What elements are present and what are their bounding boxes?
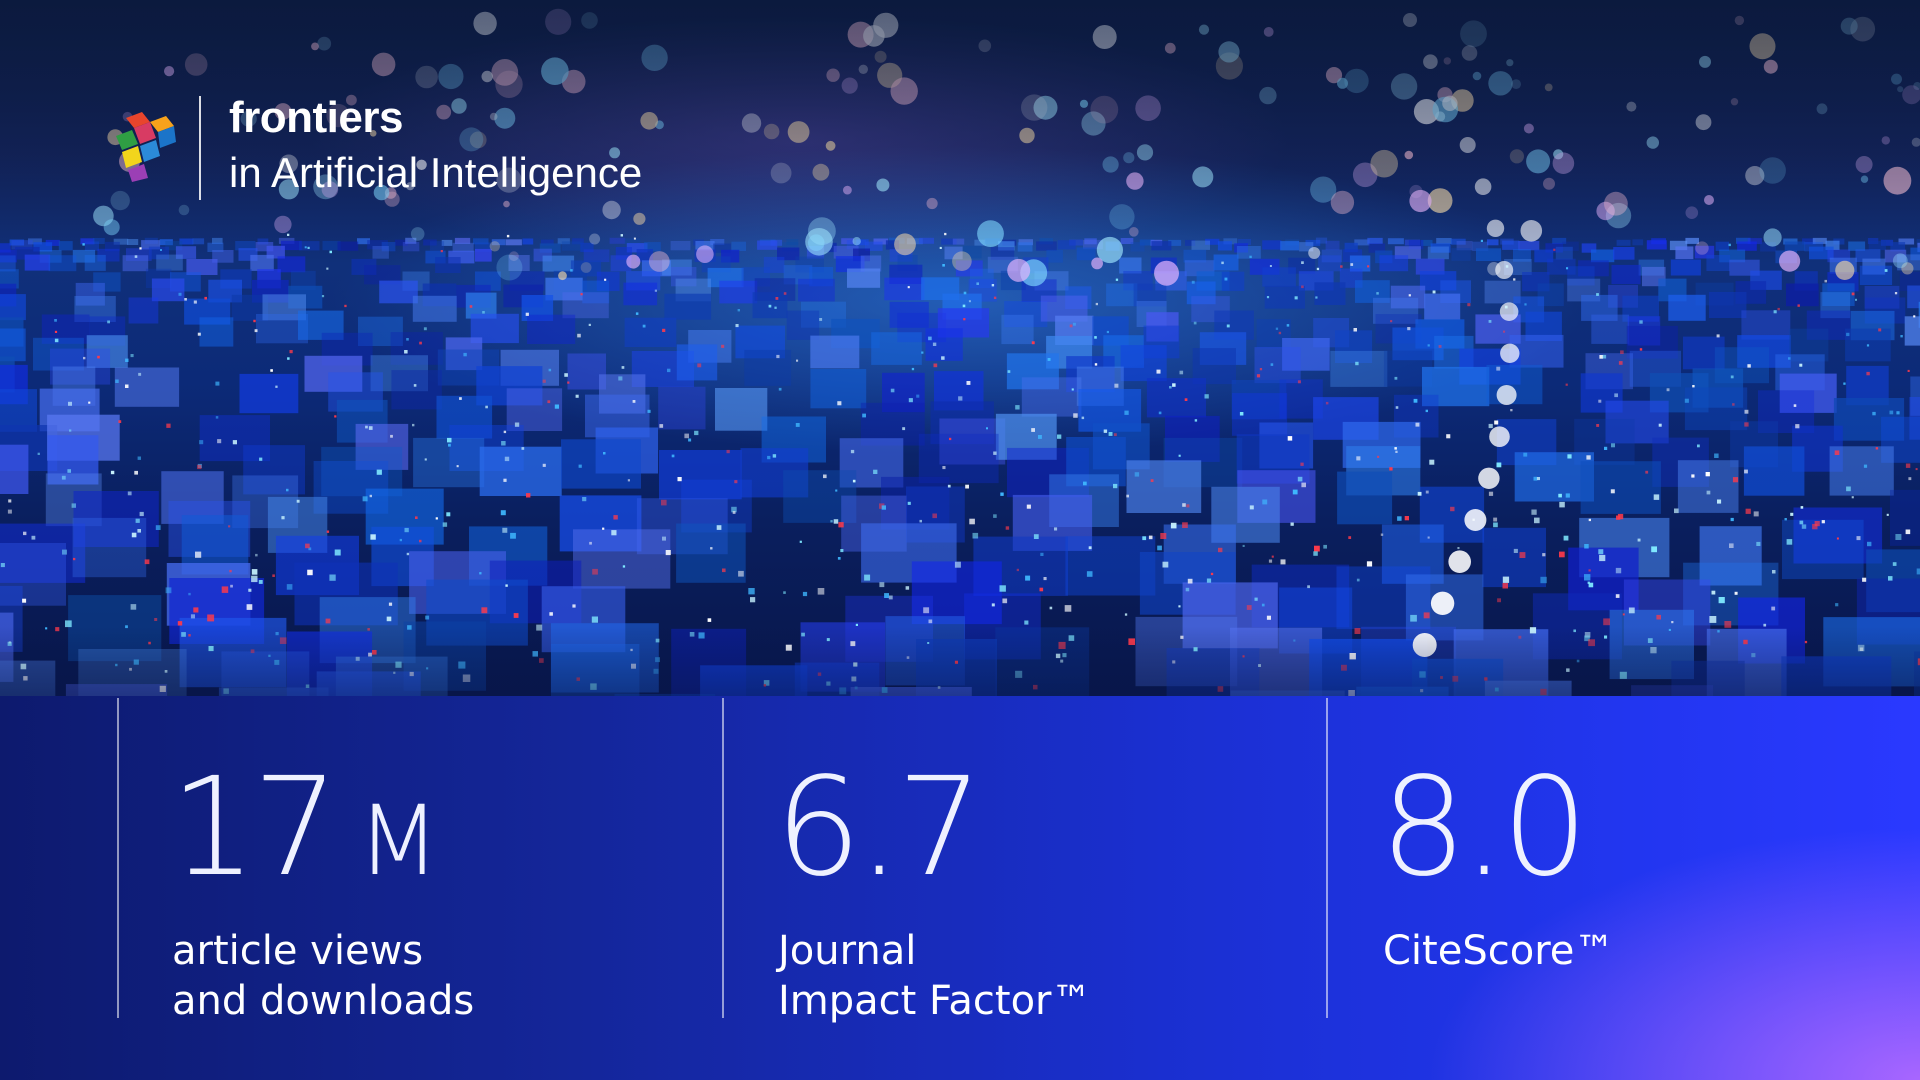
stat-label-line: article views xyxy=(172,928,424,974)
stat-divider-1 xyxy=(117,698,119,1018)
frontiers-cube-logo-icon xyxy=(112,108,178,184)
stat-article-views-value: 17 M xyxy=(170,760,440,896)
stat-citescore-value: 8.0 xyxy=(1380,760,1588,896)
stat-label-line: Journal xyxy=(778,928,917,974)
brand-name: frontiers xyxy=(229,93,403,142)
stat-citescore-label: CiteScore™ xyxy=(1383,926,1614,976)
stat-label-line: and downloads xyxy=(172,978,475,1024)
stat-article-views-label: article views and downloads xyxy=(172,926,474,1026)
stat-divider-3 xyxy=(1326,698,1328,1018)
journal-name: in Artificial Intelligence xyxy=(229,149,643,196)
logo-divider xyxy=(199,96,201,200)
stat-impact-factor-value: 6.7 xyxy=(775,760,983,896)
stat-value-number: 6.7 xyxy=(775,749,983,907)
stat-label-line: CiteScore™ xyxy=(1383,928,1615,974)
stat-value-number: 17 xyxy=(170,749,339,907)
stat-value-unit: M xyxy=(357,785,440,897)
stat-value-number: 8.0 xyxy=(1380,749,1588,907)
journal-metrics-banner: frontiers in Artificial Intelligence 17 M… xyxy=(0,0,1920,1080)
stat-divider-2 xyxy=(722,698,724,1018)
stat-label-line: Impact Factor™ xyxy=(778,978,1092,1024)
stat-impact-factor-label: Journal Impact Factor™ xyxy=(778,926,1092,1026)
